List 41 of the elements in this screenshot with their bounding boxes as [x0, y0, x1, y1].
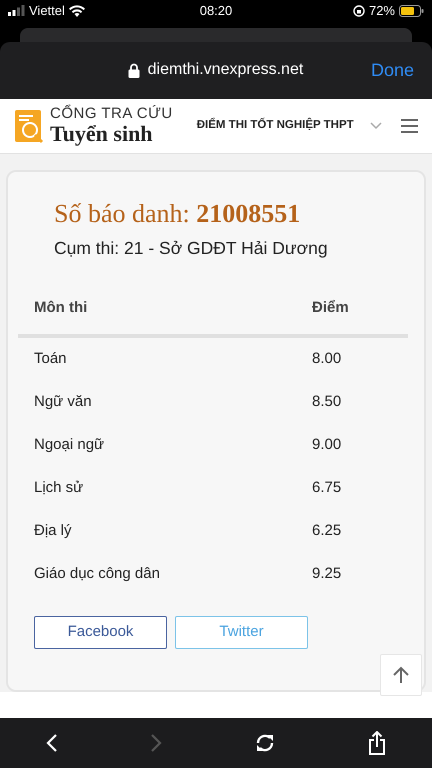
done-button[interactable]: Done [370, 56, 414, 84]
back-button[interactable] [46, 734, 58, 752]
score-cell-text: 9.25 [312, 564, 342, 584]
subject-cell-text: Ngữ văn [34, 392, 93, 412]
clock-time: 08:20 [200, 3, 232, 18]
score-cell-text: 6.75 [312, 478, 342, 498]
share-icon [368, 731, 386, 756]
signal-icon [8, 5, 25, 16]
column-header: Điểm [312, 298, 349, 318]
subject-cell-text: Lịch sử [34, 478, 84, 498]
share-button[interactable] [368, 731, 386, 756]
logo-icon [14, 108, 46, 144]
battery-icon [399, 4, 424, 17]
facebook-button[interactable]: Facebook [34, 616, 167, 649]
candidate-number: Số báo danh: 21008551 [54, 198, 302, 230]
arrow-up-icon [393, 666, 409, 684]
battery-percent: 72% [368, 2, 395, 20]
score-cell-text: 8.00 [312, 349, 342, 370]
reload-icon [254, 732, 276, 754]
logo-title: Tuyển sinh [50, 123, 154, 146]
lock-icon [128, 62, 140, 78]
column-header: Môn thi [34, 298, 88, 318]
score-cell-text: 8.50 [312, 392, 342, 412]
exam-cluster: Cụm thi: 21 - Sở GDĐT Hải Dương [54, 237, 329, 260]
url-text[interactable]: diemthi.vnexpress.net [148, 58, 304, 82]
rotation-lock-icon [352, 4, 365, 17]
logo-text: CỔNG TRA CỨU [50, 106, 173, 122]
subject-cell-text: Ngoại ngữ [34, 435, 106, 456]
reload-button[interactable] [254, 732, 276, 754]
carrier-name: Viettel [29, 2, 65, 20]
forward-icon [150, 734, 162, 752]
score-cell-text: 9.00 [312, 435, 342, 456]
subject-cell-text: Toán [34, 349, 68, 370]
menu-icon[interactable] [401, 118, 418, 133]
section-menu[interactable]: ĐIỂM THI TỐT NGHIỆP THPT [196, 117, 354, 134]
score-cell-text: 6.25 [312, 521, 342, 542]
scroll-top-button[interactable] [380, 654, 422, 696]
subject-cell-text: Giáo dục công dân [34, 564, 161, 584]
wifi-icon [68, 4, 85, 17]
back-icon [46, 734, 58, 752]
subject-cell-text: Địa lý [34, 521, 73, 542]
